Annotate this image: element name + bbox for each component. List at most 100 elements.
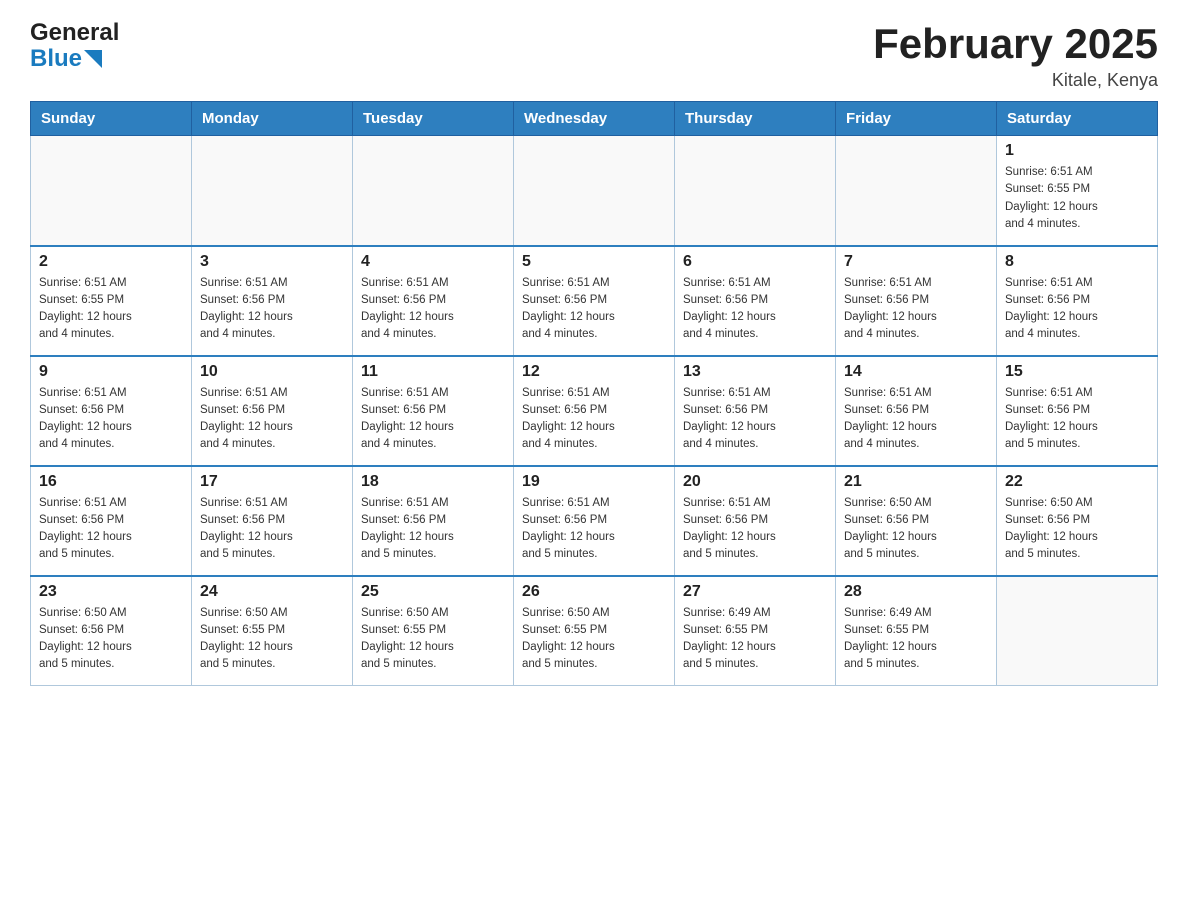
day-number: 19 [522, 473, 666, 491]
day-number: 23 [39, 583, 183, 601]
calendar-cell: 18 Sunrise: 6:51 AMSunset: 6:56 PMDayligh… [353, 466, 514, 576]
calendar-cell: 1 Sunrise: 6:51 AMSunset: 6:55 PMDaylight… [997, 136, 1158, 246]
calendar-cell: 6 Sunrise: 6:51 AMSunset: 6:56 PMDaylight… [675, 246, 836, 356]
day-number: 9 [39, 363, 183, 381]
day-info: Sunrise: 6:51 AMSunset: 6:56 PMDaylight:… [683, 275, 827, 344]
day-info: Sunrise: 6:50 AMSunset: 6:55 PMDaylight:… [522, 605, 666, 674]
calendar-cell [997, 576, 1158, 686]
day-info: Sunrise: 6:51 AMSunset: 6:56 PMDaylight:… [683, 495, 827, 564]
day-info: Sunrise: 6:51 AMSunset: 6:56 PMDaylight:… [844, 385, 988, 454]
calendar-week-row: 16 Sunrise: 6:51 AMSunset: 6:56 PMDayligh… [31, 466, 1158, 576]
calendar-cell: 5 Sunrise: 6:51 AMSunset: 6:56 PMDaylight… [514, 246, 675, 356]
title-block: February 2025 Kitale, Kenya [873, 20, 1158, 91]
day-number: 12 [522, 363, 666, 381]
day-number: 11 [361, 363, 505, 381]
day-number: 1 [1005, 142, 1149, 160]
day-number: 25 [361, 583, 505, 601]
calendar-cell: 10 Sunrise: 6:51 AMSunset: 6:56 PMDayligh… [192, 356, 353, 466]
calendar-cell: 22Sunrise: 6:50 AMSunset: 6:56 PMDayligh… [997, 466, 1158, 576]
calendar-cell: 13 Sunrise: 6:51 AMSunset: 6:56 PMDayligh… [675, 356, 836, 466]
day-info: Sunrise: 6:51 AMSunset: 6:55 PMDaylight:… [39, 275, 183, 344]
weekday-header-friday: Friday [836, 102, 997, 136]
calendar-header: SundayMondayTuesdayWednesdayThursdayFrid… [31, 102, 1158, 136]
day-info: Sunrise: 6:50 AMSunset: 6:55 PMDaylight:… [361, 605, 505, 674]
calendar-cell: 16Sunrise: 6:51 AMSunset: 6:56 PMDayligh… [31, 466, 192, 576]
calendar-cell: 7 Sunrise: 6:51 AMSunset: 6:56 PMDaylight… [836, 246, 997, 356]
day-info: Sunrise: 6:50 AMSunset: 6:56 PMDaylight:… [844, 495, 988, 564]
day-info: Sunrise: 6:51 AMSunset: 6:56 PMDaylight:… [200, 385, 344, 454]
calendar-week-row: 1 Sunrise: 6:51 AMSunset: 6:55 PMDaylight… [31, 136, 1158, 246]
calendar-table: SundayMondayTuesdayWednesdayThursdayFrid… [30, 101, 1158, 686]
day-info: Sunrise: 6:51 AMSunset: 6:56 PMDaylight:… [844, 275, 988, 344]
calendar-cell: 23 Sunrise: 6:50 AMSunset: 6:56 PMDayligh… [31, 576, 192, 686]
month-title: February 2025 [873, 20, 1158, 68]
page-header: General Blue February 2025 Kitale, Kenya [30, 20, 1158, 91]
day-number: 18 [361, 473, 505, 491]
calendar-cell [675, 136, 836, 246]
calendar-cell: 28Sunrise: 6:49 AMSunset: 6:55 PMDayligh… [836, 576, 997, 686]
calendar-cell [353, 136, 514, 246]
calendar-cell: 12 Sunrise: 6:51 AMSunset: 6:56 PMDayligh… [514, 356, 675, 466]
calendar-cell: 24 Sunrise: 6:50 AMSunset: 6:55 PMDayligh… [192, 576, 353, 686]
logo-arrow-icon [84, 50, 102, 68]
day-info: Sunrise: 6:50 AMSunset: 6:55 PMDaylight:… [200, 605, 344, 674]
day-info: Sunrise: 6:51 AMSunset: 6:56 PMDaylight:… [522, 275, 666, 344]
day-number: 17 [200, 473, 344, 491]
logo-general-text: General [30, 20, 119, 46]
day-number: 7 [844, 253, 988, 271]
day-info: Sunrise: 6:49 AMSunset: 6:55 PMDaylight:… [683, 605, 827, 674]
location: Kitale, Kenya [873, 70, 1158, 91]
calendar-cell [31, 136, 192, 246]
day-number: 27 [683, 583, 827, 601]
calendar-cell [192, 136, 353, 246]
day-info: Sunrise: 6:51 AMSunset: 6:56 PMDaylight:… [200, 495, 344, 564]
day-info: Sunrise: 6:51 AMSunset: 6:56 PMDaylight:… [200, 275, 344, 344]
day-number: 5 [522, 253, 666, 271]
calendar-cell [514, 136, 675, 246]
calendar-body: 1 Sunrise: 6:51 AMSunset: 6:55 PMDaylight… [31, 136, 1158, 686]
day-info: Sunrise: 6:51 AMSunset: 6:56 PMDaylight:… [1005, 275, 1149, 344]
calendar-cell: 3 Sunrise: 6:51 AMSunset: 6:56 PMDaylight… [192, 246, 353, 356]
day-info: Sunrise: 6:50 AMSunset: 6:56 PMDaylight:… [39, 605, 183, 674]
day-number: 20 [683, 473, 827, 491]
calendar-cell: 19 Sunrise: 6:51 AMSunset: 6:56 PMDayligh… [514, 466, 675, 576]
day-info: Sunrise: 6:51 AMSunset: 6:56 PMDaylight:… [361, 275, 505, 344]
day-number: 16 [39, 473, 183, 491]
weekday-header-thursday: Thursday [675, 102, 836, 136]
calendar-cell: 25 Sunrise: 6:50 AMSunset: 6:55 PMDayligh… [353, 576, 514, 686]
day-number: 10 [200, 363, 344, 381]
logo-blue-text: Blue [30, 46, 119, 72]
calendar-cell: 27 Sunrise: 6:49 AMSunset: 6:55 PMDayligh… [675, 576, 836, 686]
day-number: 6 [683, 253, 827, 271]
calendar-cell: 9 Sunrise: 6:51 AMSunset: 6:56 PMDaylight… [31, 356, 192, 466]
day-info: Sunrise: 6:51 AMSunset: 6:56 PMDaylight:… [39, 385, 183, 454]
weekday-header-saturday: Saturday [997, 102, 1158, 136]
calendar-cell: 15Sunrise: 6:51 AMSunset: 6:56 PMDayligh… [997, 356, 1158, 466]
calendar-cell: 11Sunrise: 6:51 AMSunset: 6:56 PMDayligh… [353, 356, 514, 466]
day-number: 14 [844, 363, 988, 381]
calendar-week-row: 23 Sunrise: 6:50 AMSunset: 6:56 PMDayligh… [31, 576, 1158, 686]
day-number: 4 [361, 253, 505, 271]
day-info: Sunrise: 6:51 AMSunset: 6:56 PMDaylight:… [683, 385, 827, 454]
day-number: 3 [200, 253, 344, 271]
day-number: 28 [844, 583, 988, 601]
logo: General Blue [30, 20, 119, 73]
day-number: 24 [200, 583, 344, 601]
day-info: Sunrise: 6:51 AMSunset: 6:55 PMDaylight:… [1005, 164, 1149, 233]
day-number: 13 [683, 363, 827, 381]
calendar-cell: 4 Sunrise: 6:51 AMSunset: 6:56 PMDaylight… [353, 246, 514, 356]
day-number: 22 [1005, 473, 1149, 491]
day-info: Sunrise: 6:51 AMSunset: 6:56 PMDaylight:… [522, 385, 666, 454]
day-info: Sunrise: 6:51 AMSunset: 6:56 PMDaylight:… [522, 495, 666, 564]
day-number: 2 [39, 253, 183, 271]
day-number: 15 [1005, 363, 1149, 381]
calendar-cell [836, 136, 997, 246]
calendar-cell: 2 Sunrise: 6:51 AMSunset: 6:55 PMDaylight… [31, 246, 192, 356]
weekday-header-wednesday: Wednesday [514, 102, 675, 136]
calendar-week-row: 9 Sunrise: 6:51 AMSunset: 6:56 PMDaylight… [31, 356, 1158, 466]
calendar-cell: 20 Sunrise: 6:51 AMSunset: 6:56 PMDayligh… [675, 466, 836, 576]
day-number: 26 [522, 583, 666, 601]
day-info: Sunrise: 6:51 AMSunset: 6:56 PMDaylight:… [361, 495, 505, 564]
weekday-header-tuesday: Tuesday [353, 102, 514, 136]
weekday-header-monday: Monday [192, 102, 353, 136]
